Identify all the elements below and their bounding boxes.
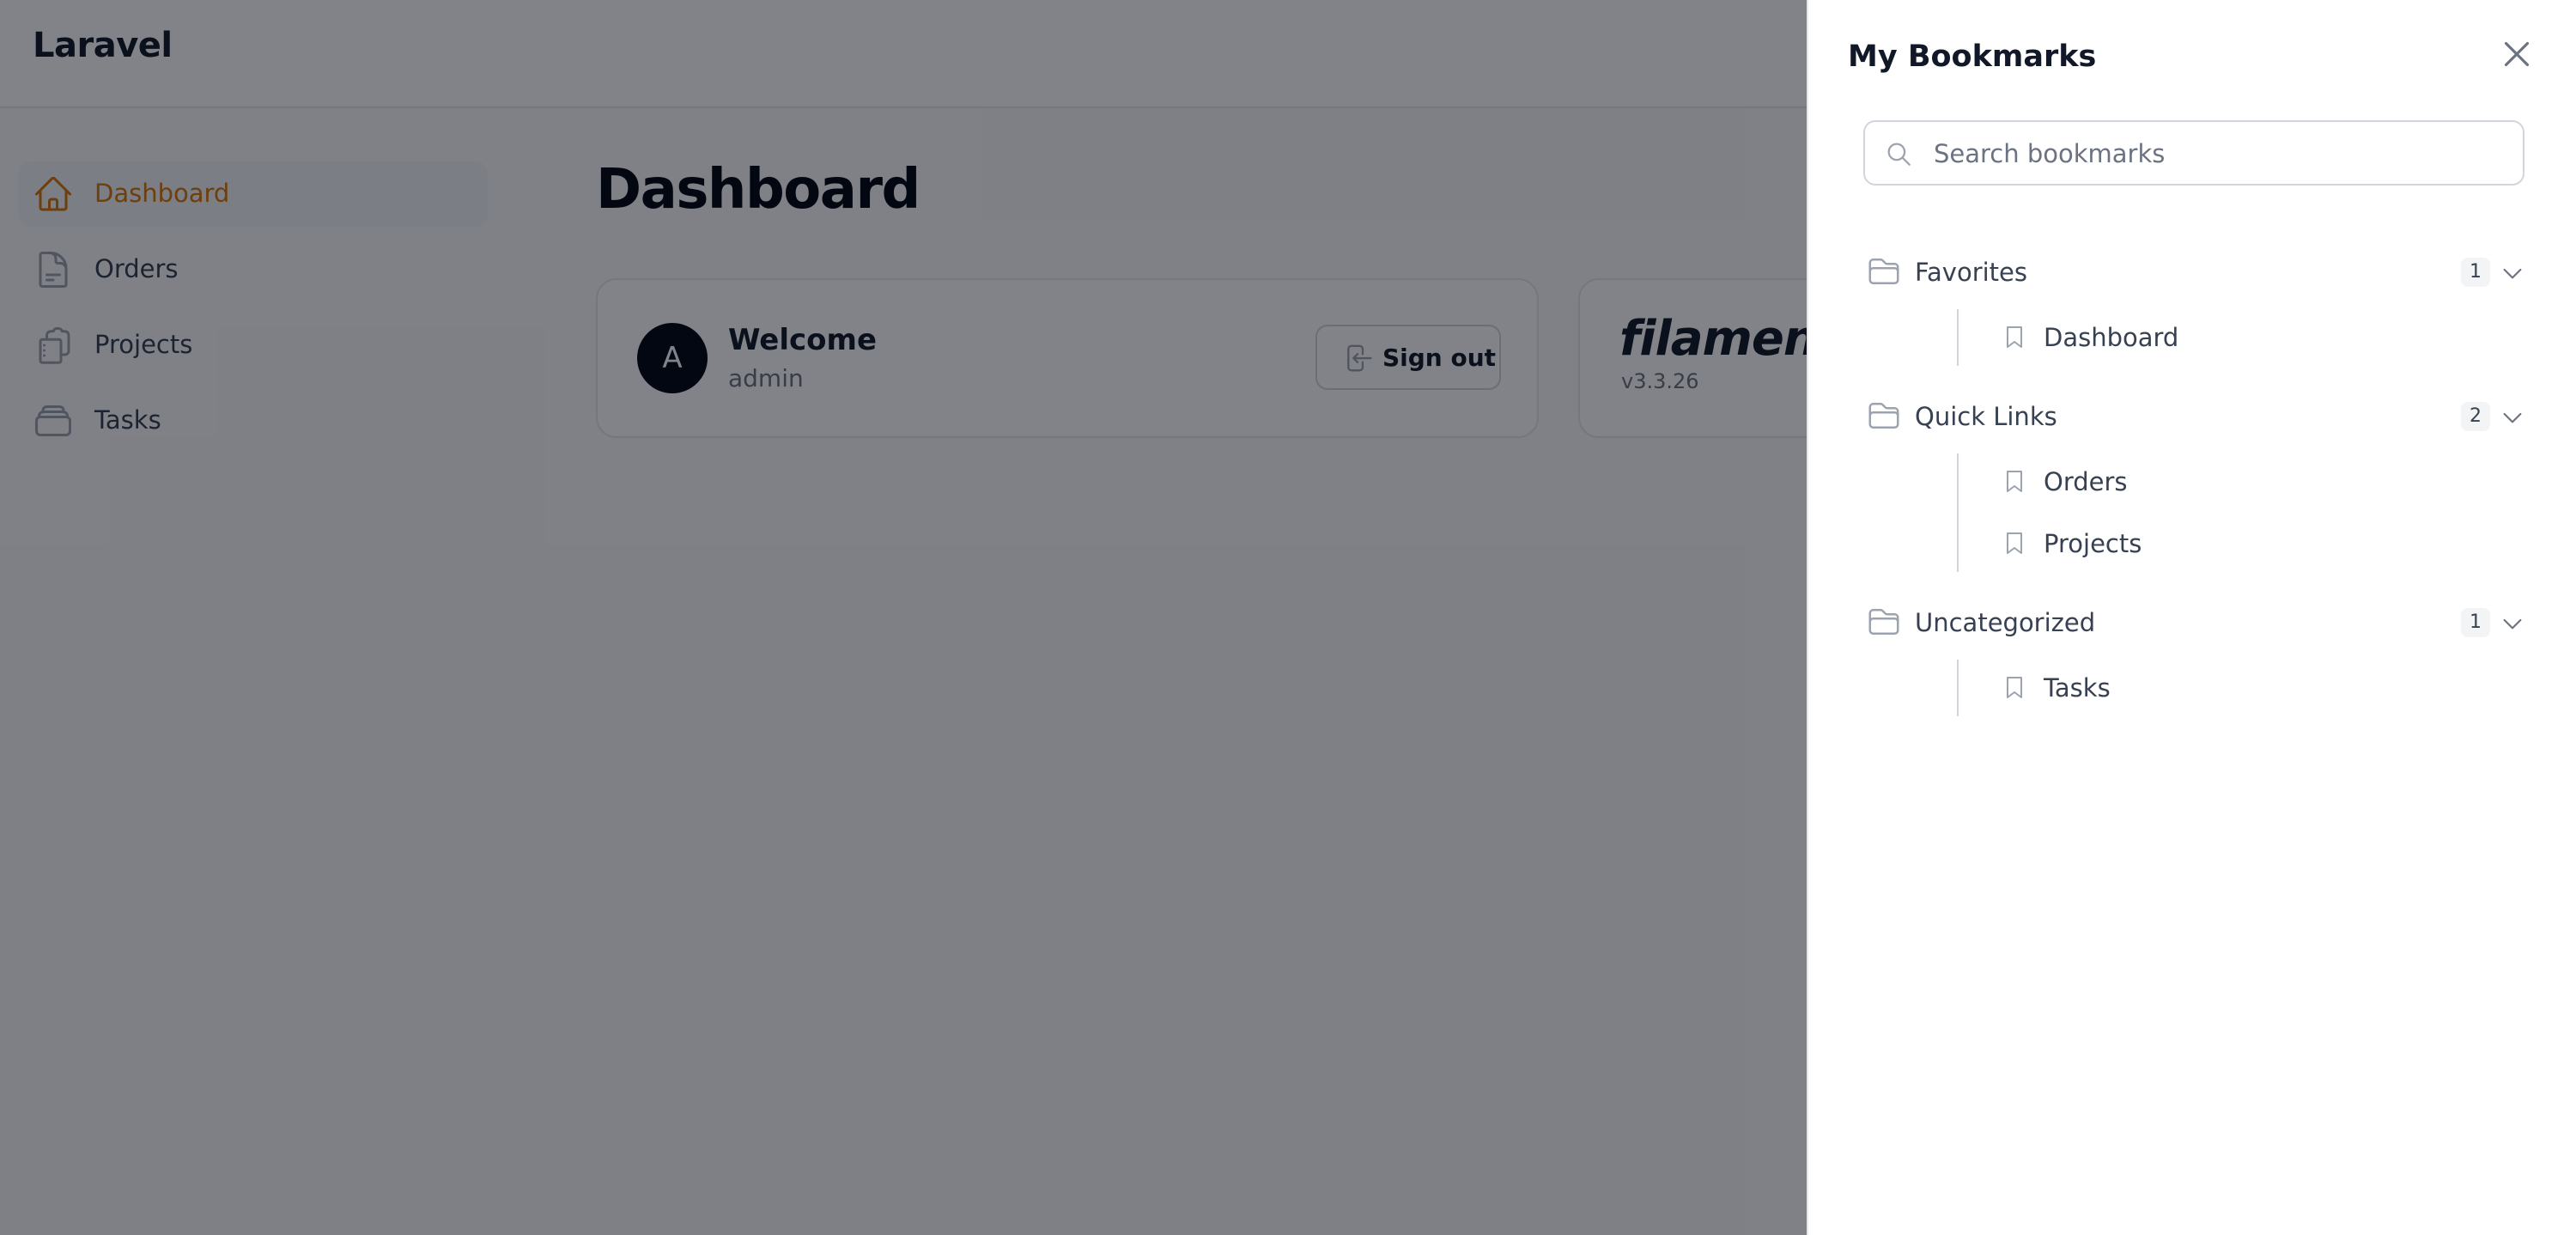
group-tree-line (1957, 309, 1959, 366)
bookmark-label: Tasks (2044, 673, 2111, 703)
count-badge: 1 (2461, 258, 2490, 287)
close-icon[interactable] (2495, 33, 2538, 76)
chevron-down-icon[interactable] (2499, 259, 2526, 287)
group-tree-line (1957, 660, 1959, 716)
bookmarks-drawer: My Bookmarks Favorites 1 (1807, 0, 2576, 1235)
bookmark-item-projects[interactable]: Projects (2001, 517, 2516, 569)
bookmark-icon (2007, 471, 2022, 492)
bookmark-group-header[interactable]: Quick Links 2 (1863, 390, 2533, 441)
chevron-down-icon[interactable] (2499, 610, 2526, 637)
bookmark-group-name: Favorites (1915, 258, 2027, 287)
count-badge: 1 (2461, 608, 2490, 637)
search-field (1863, 120, 2524, 186)
bookmark-group-name: Quick Links (1915, 402, 2057, 431)
folder-icon (1868, 609, 1899, 635)
bookmark-label: Orders (2044, 467, 2128, 496)
bookmark-item-tasks[interactable]: Tasks (2001, 661, 2516, 713)
drawer-title: My Bookmarks (1848, 40, 2097, 74)
bookmark-group-name: Uncategorized (1915, 608, 2096, 637)
bookmark-icon (2007, 532, 2022, 554)
bookmark-item-orders[interactable]: Orders (2001, 455, 2516, 507)
bookmark-label: Dashboard (2044, 323, 2179, 352)
folder-icon (1868, 403, 1899, 429)
folder-icon (1868, 259, 1899, 284)
bookmark-group-header[interactable]: Favorites 1 (1863, 246, 2533, 297)
search-icon (1887, 143, 1911, 166)
bookmark-group-header[interactable]: Uncategorized 1 (1863, 596, 2533, 648)
bookmark-item-dashboard[interactable]: Dashboard (2001, 311, 2516, 362)
app-root: Laravel Dashboard Orders Projects Tasks (0, 0, 2576, 1235)
count-badge: 2 (2461, 402, 2490, 431)
group-tree-line (1957, 453, 1959, 572)
bookmark-icon (2007, 677, 2022, 698)
chevron-down-icon[interactable] (2499, 404, 2526, 431)
bookmark-label: Projects (2044, 529, 2142, 558)
modal-backdrop[interactable] (0, 0, 1807, 1235)
bookmark-icon (2007, 326, 2022, 348)
search-input[interactable] (1934, 132, 2500, 175)
